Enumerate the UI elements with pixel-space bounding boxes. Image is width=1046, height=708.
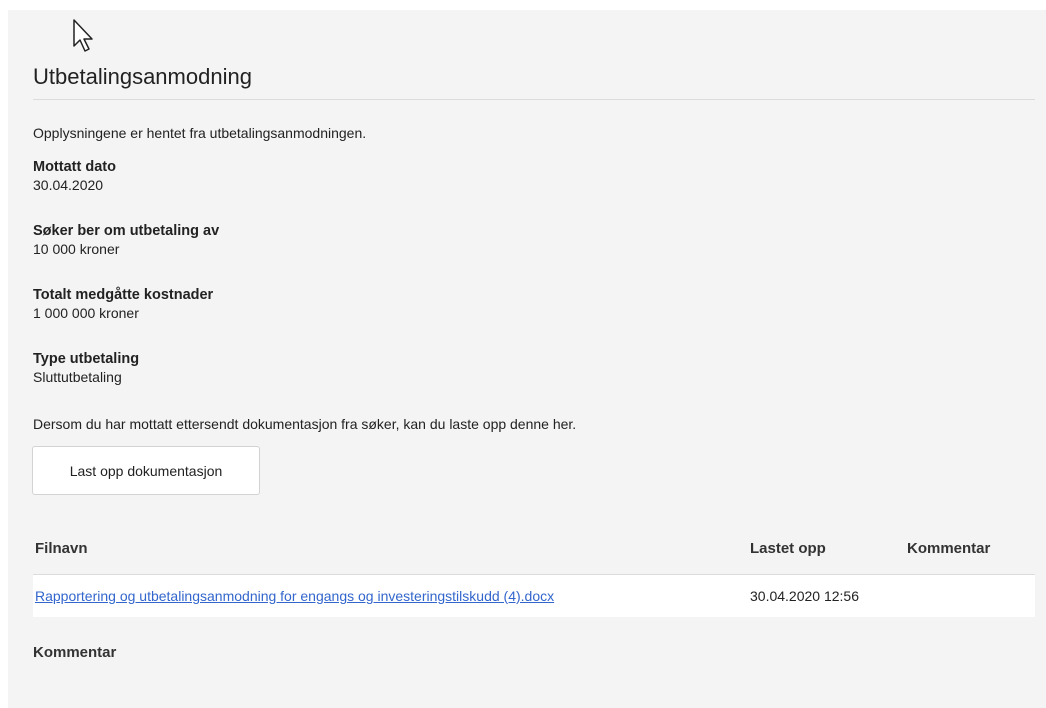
main-panel: Utbetalingsanmodning Opplysningene er he… (8, 10, 1046, 708)
table-row: Rapportering og utbetalingsanmodning for… (33, 575, 1035, 617)
file-download-link[interactable]: Rapportering og utbetalingsanmodning for… (35, 588, 554, 604)
files-table-header: Filnavn Lastet opp Kommentar (33, 524, 1035, 575)
title-divider (33, 99, 1035, 100)
upload-hint: Dersom du har mottatt ettersendt dokumen… (33, 416, 577, 432)
comment-heading: Kommentar (33, 644, 117, 661)
payment-type-value: Sluttutbetaling (33, 369, 122, 385)
page-title: Utbetalingsanmodning (33, 64, 252, 89)
intro-text: Opplysningene er hentet fra utbetalingsa… (33, 125, 367, 141)
requested-amount-value: 10 000 kroner (33, 241, 120, 257)
mouse-pointer-icon (73, 19, 93, 52)
requested-amount-field: Søker ber om utbetaling av 10 000 kroner (33, 222, 219, 258)
column-header-comment[interactable]: Kommentar (907, 540, 990, 557)
total-costs-label: Totalt medgåtte kostnader (33, 287, 214, 303)
payment-type-field: Type utbetaling Sluttutbetaling (33, 350, 139, 386)
total-costs-value: 1 000 000 kroner (33, 305, 139, 321)
total-costs-field: Totalt medgåtte kostnader 1 000 000 kron… (33, 286, 213, 322)
received-date-label: Mottatt dato (33, 159, 116, 175)
received-date-value: 30.04.2020 (33, 177, 104, 193)
column-header-filename[interactable]: Filnavn (35, 540, 88, 557)
file-uploaded-cell: 30.04.2020 12:56 (750, 588, 859, 604)
requested-amount-label: Søker ber om utbetaling av (33, 223, 220, 239)
files-table: Filnavn Lastet opp Kommentar Rapporterin… (33, 524, 1035, 617)
payment-type-label: Type utbetaling (33, 351, 140, 367)
column-header-uploaded[interactable]: Lastet opp (750, 540, 826, 557)
upload-documentation-button[interactable]: Last opp dokumentasjon (32, 446, 260, 495)
received-date-field: Mottatt dato 30.04.2020 (33, 158, 116, 194)
file-name-cell: Rapportering og utbetalingsanmodning for… (35, 588, 554, 604)
